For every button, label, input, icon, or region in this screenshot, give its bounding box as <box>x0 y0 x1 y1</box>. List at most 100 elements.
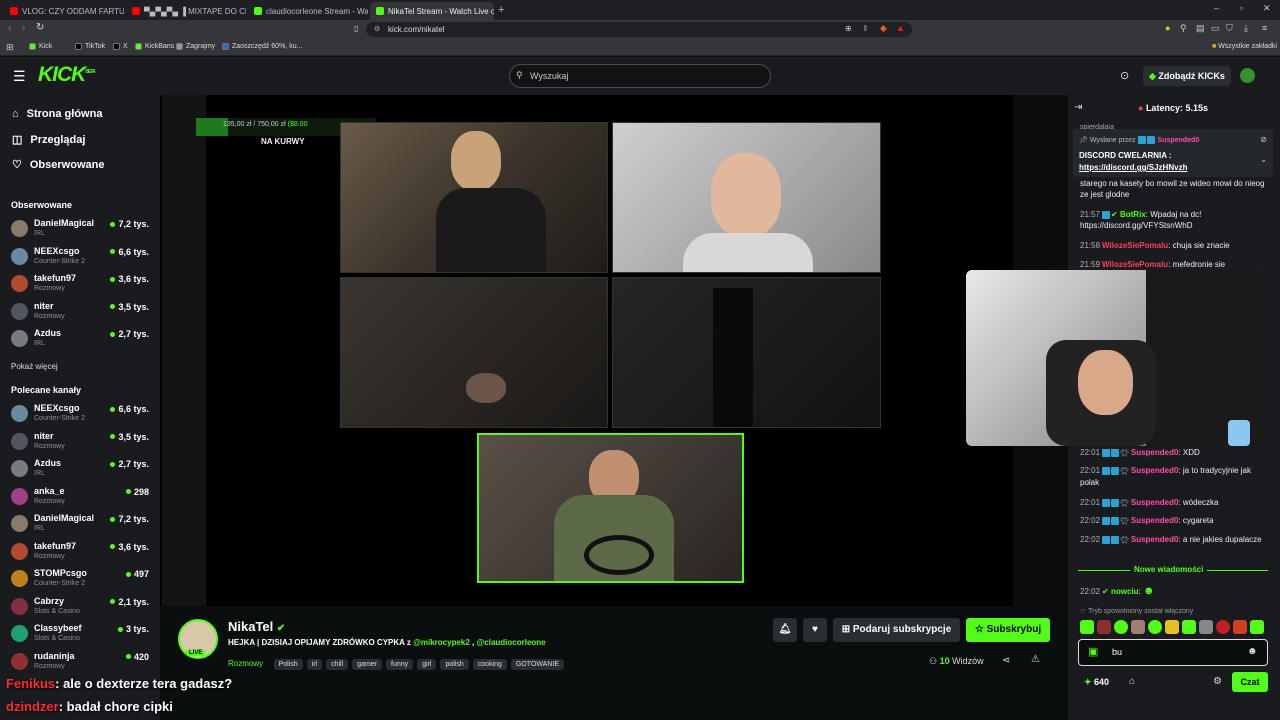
show-more-followed[interactable]: Pokaż więcej <box>11 362 58 371</box>
maximize-icon[interactable]: ▫ <box>1240 3 1243 13</box>
sidebar-channel[interactable]: STOMPcsgo Counter-Strike 2 497 <box>11 568 151 594</box>
nav-following[interactable]: ♡ Obserwowane <box>12 158 104 172</box>
bookmark-item[interactable]: Kick <box>29 43 52 50</box>
sidebar-channel[interactable]: Azdus IRL 2,7 tys. <box>11 458 151 484</box>
chevron-down-icon[interactable]: ⌄ <box>1260 155 1267 164</box>
subscribe-button[interactable]: ☆ Subskrybuj <box>966 618 1050 642</box>
chat-identity-icon[interactable]: ▣ <box>1088 645 1098 658</box>
gift-subs-button[interactable]: ⊞ Podaruj subskrypcje <box>833 618 960 642</box>
nav-browse[interactable]: ◫ Przeglądaj <box>12 133 85 147</box>
stream-tag[interactable]: cooking <box>472 659 507 670</box>
sidebar-channel[interactable]: Cabrzy Slots & Casino 2,1 tys. <box>11 596 151 622</box>
apps-icon[interactable]: ⊞ <box>6 42 14 53</box>
sidebar-channel[interactable]: NEEXcsgo Counter-Strike 2 6,6 tys. <box>11 246 151 272</box>
emote-icon[interactable] <box>1165 620 1179 634</box>
pinned-link[interactable]: https://discord.gg/SJzHNvzh <box>1079 163 1187 172</box>
all-bookmarks[interactable]: ■ Wszystkie zakładki <box>1212 43 1277 50</box>
emote-icon[interactable] <box>1080 620 1094 634</box>
unpin-icon[interactable]: ⊘ <box>1260 135 1267 144</box>
gift-icon[interactable]: ⊙ <box>1120 69 1129 82</box>
share-page-icon[interactable]: ⇪ <box>862 24 869 33</box>
stream-tag[interactable]: Polish <box>273 659 303 670</box>
emote-icon[interactable] <box>1131 620 1145 634</box>
user-avatar[interactable] <box>1240 68 1255 83</box>
browser-tab[interactable]: claudiocorleone Stream - Watch <box>248 2 368 20</box>
follow-button[interactable]: ♥ <box>803 618 827 642</box>
share-icon[interactable]: ⋖ <box>1002 655 1010 666</box>
menu-icon[interactable]: ≡ <box>1262 23 1267 33</box>
emote-icon[interactable] <box>1097 620 1111 634</box>
stream-tag[interactable]: chill <box>326 659 349 670</box>
minimize-icon[interactable]: – <box>1214 3 1219 13</box>
emoji-icon[interactable]: ☻ <box>1247 646 1258 657</box>
search-input[interactable]: Wyszukaj <box>509 64 771 88</box>
mention-link[interactable]: @mikrocypek2 <box>413 638 470 647</box>
new-tab-icon[interactable]: + <box>498 4 504 16</box>
zoom-icon[interactable]: ⊕ <box>845 24 852 33</box>
store-icon[interactable]: ⌂ <box>1129 676 1135 687</box>
category-link[interactable]: Rozmowy <box>228 659 263 668</box>
notification-bell-button[interactable]: 🔔︎ <box>773 618 797 642</box>
browser-tab[interactable]: ▀▄▀▄▀▄ ▐ MIXTAPE DO CH... <box>126 2 246 20</box>
url-field[interactable]: kick.com/nikatel <box>366 22 912 37</box>
kick-logo[interactable]: KICKBETA <box>38 63 96 87</box>
brave-shield-icon[interactable]: ◆ <box>880 23 887 34</box>
sidebar-channel[interactable]: anka_e Rozmowy 298 <box>11 486 151 512</box>
stream-tag[interactable]: funny <box>386 659 414 670</box>
emote-icon[interactable] <box>1199 620 1213 634</box>
send-chat-button[interactable]: Czat <box>1232 672 1268 692</box>
sidebar-channel[interactable]: NEEXcsgo Counter-Strike 2 6,6 tys. <box>11 403 151 429</box>
sidebar-channel[interactable]: DanielMagical IRL 7,2 tys. <box>11 218 151 244</box>
verified-icon: ✔ <box>276 623 286 634</box>
browser-tab[interactable]: NikaTel Stream - Watch Live o ✕ <box>370 2 494 20</box>
wallet-icon[interactable]: ▭ <box>1211 23 1220 34</box>
bookmark-item[interactable]: TikTok <box>75 43 105 50</box>
stream-tag[interactable]: GOTOWANIE <box>510 659 565 670</box>
forward-icon[interactable]: › <box>22 23 25 34</box>
emote-icon[interactable] <box>1216 620 1230 634</box>
sidebar-channel[interactable]: Azdus IRL 2,7 tys. <box>11 328 151 354</box>
emote-icon[interactable] <box>1114 620 1128 634</box>
brave-rewards-icon[interactable]: ▲ <box>896 23 905 33</box>
sidebar-channel[interactable]: DanielMagical IRL 7,2 tys. <box>11 513 151 539</box>
stream-tag[interactable]: girl <box>417 659 437 670</box>
bookmark-item[interactable]: KickBans <box>135 43 174 50</box>
bookmark-page-icon[interactable]: ▯ <box>354 24 358 33</box>
settings-icon[interactable]: ⚙ <box>1213 676 1222 687</box>
sidebar-channel[interactable]: niter Rozmowy 3,5 tys. <box>11 301 151 327</box>
vpn-icon[interactable]: ⛉ <box>1226 23 1233 34</box>
window-close-icon[interactable]: ✕ <box>1263 3 1271 14</box>
emote-icon[interactable] <box>1250 620 1264 634</box>
sidebar-channel[interactable]: takefun97 Rozmowy 3,6 tys. <box>11 541 151 567</box>
back-icon[interactable]: ‹ <box>8 23 11 34</box>
emote-icon[interactable] <box>1148 620 1162 634</box>
stream-tag[interactable]: polish <box>440 659 469 670</box>
download-icon[interactable]: ⤓ <box>1244 23 1248 34</box>
sidebar-channel[interactable]: niter Rozmowy 3,5 tys. <box>11 431 151 457</box>
collapse-chat-icon[interactable]: ⇥ <box>1074 102 1082 113</box>
mention-link[interactable]: @claudiocorleone <box>476 638 545 647</box>
sidebar-toggle-icon[interactable]: ▤ <box>1196 23 1205 34</box>
extension-icon[interactable]: ● <box>1165 23 1170 33</box>
channel-name[interactable]: NikaTel ✔ <box>228 619 285 634</box>
get-kicks-button[interactable]: ◆ Zdobądź KICKs <box>1143 66 1231 86</box>
extensions-icon[interactable]: ⚲ <box>1180 23 1187 34</box>
browser-tab[interactable]: VLOG: CZY ODDAM FARTUCHA? ‼ <box>4 2 124 20</box>
emote-icon[interactable] <box>1233 620 1247 634</box>
reload-icon[interactable]: ↻ <box>36 22 44 33</box>
emote-icon[interactable] <box>1182 620 1196 634</box>
bookmark-item[interactable]: Zaoszczędź 60%, ku... <box>222 43 302 50</box>
nav-home[interactable]: ⌂ Strona główna <box>12 108 102 120</box>
bookmark-item[interactable]: X <box>113 43 128 50</box>
sidebar-channel[interactable]: Classybeef Slots & Casino 3 tys. <box>11 623 151 649</box>
sidebar-channel[interactable]: rudaninja Rozmowy 420 <box>11 651 151 677</box>
sidebar-channel[interactable]: takefun97 Rozmowy 3,6 tys. <box>11 273 151 299</box>
stream-tag[interactable]: gamer <box>352 659 383 670</box>
hamburger-menu-icon[interactable]: ☰ <box>13 69 26 83</box>
bookmark-item[interactable]: Zagrajmy <box>176 43 215 50</box>
site-info-icon[interactable]: ⚙ <box>374 25 380 33</box>
channel-points[interactable]: ✦ 640 <box>1084 677 1109 688</box>
report-icon[interactable]: ⚠ <box>1031 654 1040 665</box>
chat-input[interactable]: bu <box>1078 639 1268 666</box>
stream-tag[interactable]: irl <box>306 659 323 670</box>
